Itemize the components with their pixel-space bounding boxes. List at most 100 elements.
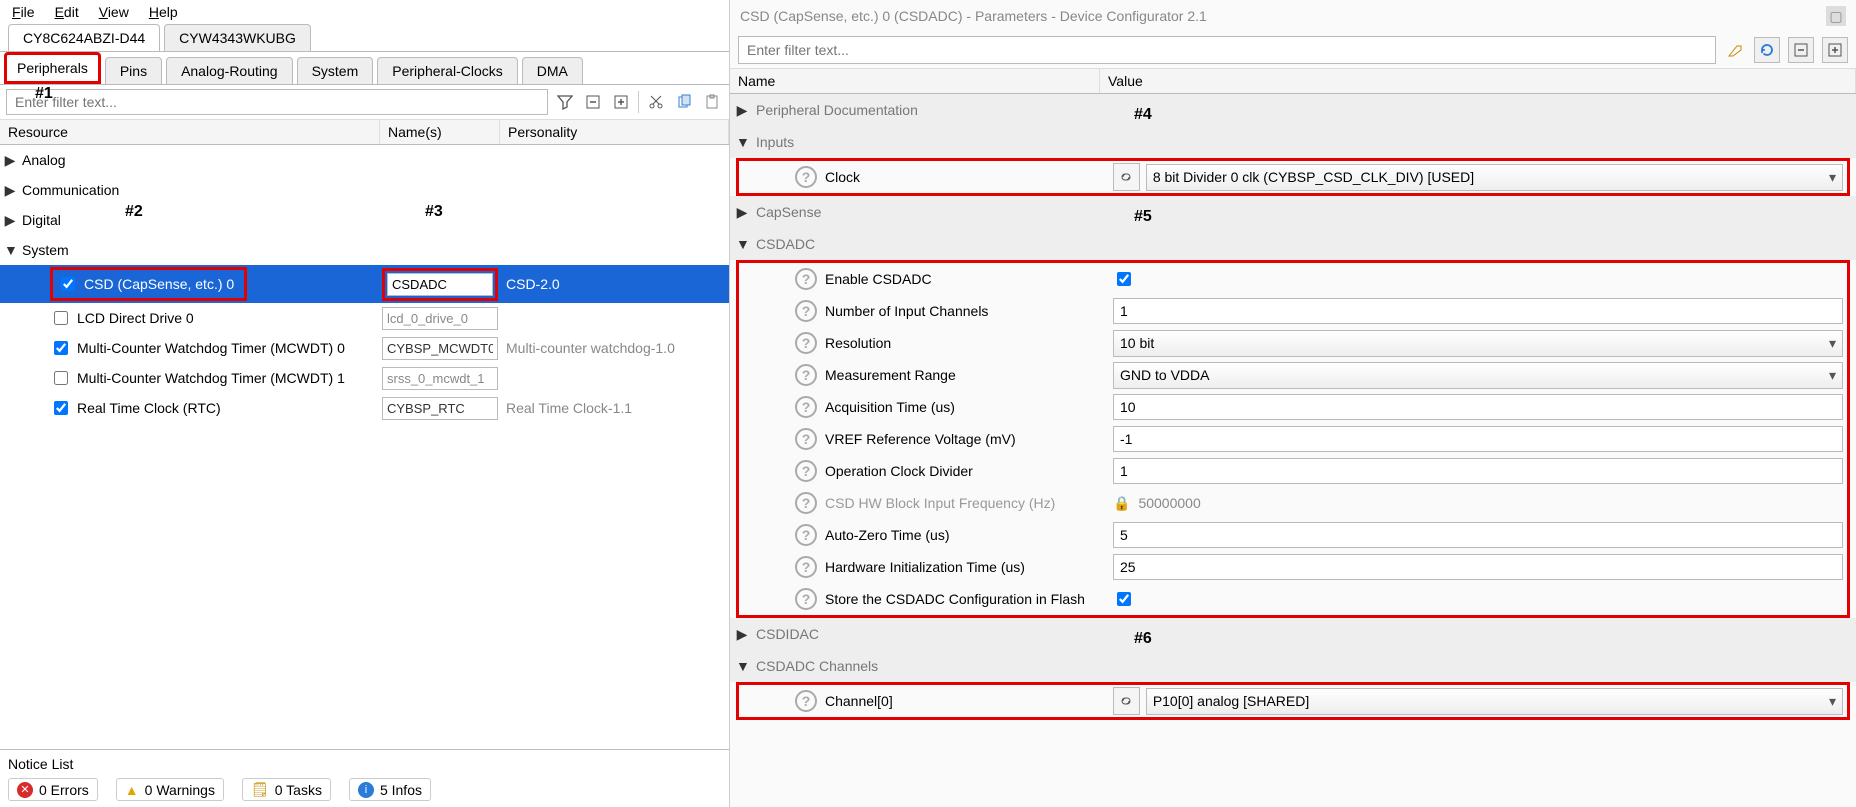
tab-pins[interactable]: Pins	[105, 57, 162, 84]
paste-icon[interactable]	[701, 91, 723, 113]
mcwdt0-label: Multi-Counter Watchdog Timer (MCWDT) 0	[77, 340, 345, 356]
mcwdt1-checkbox[interactable]	[54, 371, 68, 385]
group-communication[interactable]: ▶Communication	[0, 175, 729, 205]
mcwdt0-checkbox[interactable]	[54, 341, 68, 355]
clear-filter-icon[interactable]	[1724, 39, 1746, 61]
notice-infos[interactable]: i5 Infos	[349, 778, 431, 801]
menu-help[interactable]: Help	[149, 4, 178, 20]
group-analog[interactable]: ▶Analog	[0, 145, 729, 175]
clk-div-input[interactable]	[1113, 458, 1843, 484]
help-icon[interactable]: ?	[795, 524, 817, 546]
notice-tasks[interactable]: 🗒0 Tasks	[242, 778, 331, 801]
close-button[interactable]: ▢	[1826, 6, 1846, 26]
left-filter-input[interactable]	[6, 89, 548, 115]
group-channels[interactable]: ▼CSDADC Channels	[730, 650, 1856, 682]
help-icon[interactable]: ?	[795, 364, 817, 386]
device-tab-0[interactable]: CY8C624ABZI-D44	[8, 24, 160, 51]
tab-system[interactable]: System	[297, 57, 374, 84]
channel0-select[interactable]: P10[0] analog [SHARED]▾	[1146, 688, 1843, 715]
row-vref: ?VREF Reference Voltage (mV)	[739, 423, 1847, 455]
param-body: ▶Peripheral Documentation#4 ▼Inputs ? Clo…	[730, 94, 1856, 807]
clock-select[interactable]: 8 bit Divider 0 clk (CYBSP_CSD_CLK_DIV) …	[1146, 164, 1843, 191]
funnel-icon[interactable]	[554, 91, 576, 113]
group-digital[interactable]: ▶Digital #2 #3	[0, 205, 729, 235]
lcd-name-input[interactable]	[382, 307, 498, 330]
meas-range-select[interactable]: GND to VDDA▾	[1113, 362, 1843, 389]
row-rtc[interactable]: Real Time Clock (RTC) Real Time Clock-1.…	[0, 393, 729, 423]
csd-checkbox[interactable]	[61, 277, 75, 291]
group-system[interactable]: ▼System	[0, 235, 729, 265]
row-mcwdt1[interactable]: Multi-Counter Watchdog Timer (MCWDT) 1	[0, 363, 729, 393]
left-pane: File Edit View Help CY8C624ABZI-D44 CYW4…	[0, 0, 730, 807]
help-icon[interactable]: ?	[795, 268, 817, 290]
device-tabs: CY8C624ABZI-D44 CYW4343WKUBG	[0, 24, 729, 52]
link-icon[interactable]	[1113, 163, 1140, 191]
refresh-button[interactable]	[1754, 37, 1780, 63]
link-icon[interactable]	[1113, 687, 1140, 715]
row-acq-time: ?Acquisition Time (us)	[739, 391, 1847, 423]
tab-peripheral-clocks[interactable]: Peripheral-Clocks	[377, 57, 517, 84]
collapse-icon[interactable]	[582, 91, 604, 113]
lcd-personality	[500, 316, 729, 320]
expand-icon[interactable]	[610, 91, 632, 113]
collapse-all-button[interactable]	[1788, 37, 1814, 63]
mcwdt0-name-input[interactable]	[382, 337, 498, 360]
help-icon[interactable]: ?	[795, 428, 817, 450]
enable-csdadc-checkbox[interactable]	[1117, 272, 1131, 286]
notice-errors[interactable]: ✕0 Errors	[8, 778, 98, 801]
mcwdt1-name-input[interactable]	[382, 367, 498, 390]
help-icon[interactable]: ?	[795, 396, 817, 418]
help-icon[interactable]: ?	[795, 588, 817, 610]
notice-warnings[interactable]: ▲0 Warnings	[116, 778, 224, 801]
autozero-input[interactable]	[1113, 522, 1843, 548]
row-clk-div: ?Operation Clock Divider	[739, 455, 1847, 487]
resource-tree: ▶Analog ▶Communication ▶Digital #2 #3 ▼S…	[0, 145, 729, 749]
param-header-name: Name	[730, 69, 1100, 93]
vref-input[interactable]	[1113, 426, 1843, 452]
task-icon: 🗒	[251, 781, 269, 798]
store-flash-checkbox[interactable]	[1117, 592, 1131, 606]
mcwdt1-label: Multi-Counter Watchdog Timer (MCWDT) 1	[77, 370, 345, 386]
rtc-checkbox[interactable]	[54, 401, 68, 415]
tab-analog-routing[interactable]: Analog-Routing	[166, 57, 293, 84]
info-icon: i	[358, 782, 374, 798]
help-icon[interactable]: ?	[795, 166, 817, 188]
right-filter-input[interactable]	[738, 36, 1716, 64]
cut-icon[interactable]	[645, 91, 667, 113]
csd-label: CSD (CapSense, etc.) 0	[84, 276, 234, 292]
row-lcd[interactable]: LCD Direct Drive 0	[0, 303, 729, 333]
notice-panel: Notice List ✕0 Errors ▲0 Warnings 🗒0 Tas…	[0, 749, 729, 807]
clock-label: Clock	[825, 169, 860, 185]
help-icon[interactable]: ?	[795, 300, 817, 322]
csd-name-input[interactable]	[387, 273, 493, 296]
resolution-select[interactable]: 10 bit▾	[1113, 330, 1843, 357]
menu-file[interactable]: File	[12, 4, 35, 20]
tab-peripherals[interactable]: Peripherals #1	[4, 52, 101, 84]
left-toolbar	[0, 85, 729, 120]
expand-all-button[interactable]	[1822, 37, 1848, 63]
row-mcwdt0[interactable]: Multi-Counter Watchdog Timer (MCWDT) 0 M…	[0, 333, 729, 363]
hw-init-input[interactable]	[1113, 554, 1843, 580]
rtc-label: Real Time Clock (RTC)	[77, 400, 221, 416]
group-inputs[interactable]: ▼Inputs	[730, 126, 1856, 158]
tab-dma[interactable]: DMA	[522, 57, 583, 84]
help-icon[interactable]: ?	[795, 460, 817, 482]
row-num-channels: ?Number of Input Channels	[739, 295, 1847, 327]
menu-view[interactable]: View	[99, 4, 129, 20]
group-capsense[interactable]: ▶CapSense#5	[730, 196, 1856, 228]
group-doc[interactable]: ▶Peripheral Documentation#4	[730, 94, 1856, 126]
row-csd[interactable]: CSD (CapSense, etc.) 0 CSD-2.0	[0, 265, 729, 303]
lcd-checkbox[interactable]	[54, 311, 68, 325]
acq-time-input[interactable]	[1113, 394, 1843, 420]
menu-edit[interactable]: Edit	[55, 4, 79, 20]
help-icon[interactable]: ?	[795, 556, 817, 578]
help-icon[interactable]: ?	[795, 492, 817, 514]
group-csdadc[interactable]: ▼CSDADC	[730, 228, 1856, 260]
num-channels-input[interactable]	[1113, 298, 1843, 324]
group-csdidac[interactable]: ▶CSDIDAC#6	[730, 618, 1856, 650]
help-icon[interactable]: ?	[795, 690, 817, 712]
rtc-name-input[interactable]	[382, 397, 498, 420]
device-tab-1[interactable]: CYW4343WKUBG	[164, 24, 311, 51]
help-icon[interactable]: ?	[795, 332, 817, 354]
copy-icon[interactable]	[673, 91, 695, 113]
